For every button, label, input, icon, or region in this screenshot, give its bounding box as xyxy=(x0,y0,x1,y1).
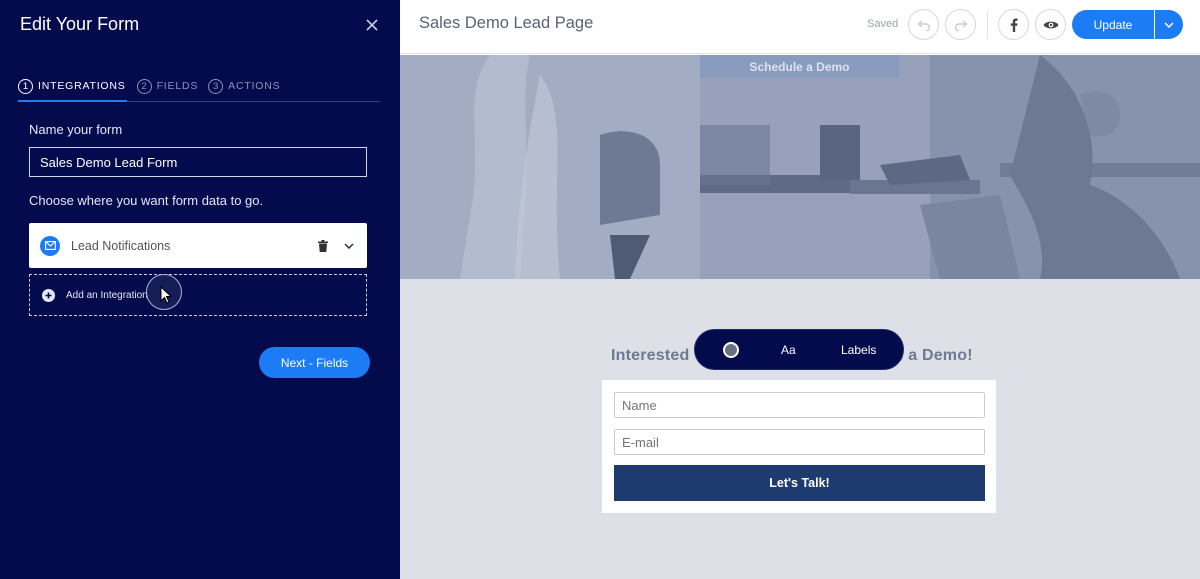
office-photo-illustration xyxy=(400,55,1200,279)
close-icon[interactable] xyxy=(362,15,382,35)
update-dropdown-chevron-icon[interactable] xyxy=(1155,10,1183,39)
tab-fields[interactable]: 2 FIELDS xyxy=(136,78,199,102)
tab-actions[interactable]: 3 ACTIONS xyxy=(208,78,280,102)
trash-icon[interactable] xyxy=(314,237,332,255)
form-name-input[interactable] xyxy=(29,147,367,177)
form-section: Interested e a Demo! Let's Talk! Aa Label… xyxy=(400,279,1200,579)
update-button[interactable]: Update xyxy=(1072,10,1154,39)
schedule-demo-button[interactable]: Schedule a Demo xyxy=(700,55,899,78)
facebook-icon[interactable] xyxy=(998,9,1029,40)
tab-integrations[interactable]: 1 INTEGRATIONS xyxy=(18,78,127,102)
step-number: 2 xyxy=(136,79,152,94)
undo-icon[interactable] xyxy=(908,9,939,40)
add-integration-button[interactable]: Add an Integration xyxy=(29,274,367,316)
saved-status: Saved xyxy=(867,18,899,30)
top-bar: Sales Demo Lead Page Saved Update xyxy=(400,0,1200,54)
destination-label: Choose where you want form data to go. xyxy=(29,193,264,208)
form-style-toolbar: Aa Labels xyxy=(694,329,904,370)
font-style-button[interactable]: Aa xyxy=(781,343,796,357)
integration-lead-notifications[interactable]: Lead Notifications xyxy=(29,223,367,268)
form-heading-right: e a Demo! xyxy=(894,347,973,364)
divider xyxy=(987,10,988,39)
edit-form-panel: Edit Your Form 1 INTEGRATIONS 2 FIELDS 3… xyxy=(0,0,400,579)
integration-label: Lead Notifications xyxy=(71,238,171,253)
preview-eye-icon[interactable] xyxy=(1035,9,1066,40)
step-label: INTEGRATIONS xyxy=(38,80,126,92)
add-integration-label: Add an Integration xyxy=(66,289,148,301)
step-number: 3 xyxy=(208,79,224,94)
mouse-cursor-icon xyxy=(160,286,172,304)
labels-button[interactable]: Labels xyxy=(841,343,876,357)
plus-circle-icon xyxy=(42,288,55,302)
next-fields-button[interactable]: Next - Fields xyxy=(259,347,370,378)
hero-image: Schedule a Demo xyxy=(400,55,1200,279)
step-label: FIELDS xyxy=(156,80,199,92)
step-number: 1 xyxy=(18,79,33,94)
step-label: ACTIONS xyxy=(228,80,281,92)
name-field[interactable] xyxy=(614,392,985,418)
email-field[interactable] xyxy=(614,429,985,455)
page-title: Sales Demo Lead Page xyxy=(419,14,594,32)
chevron-down-icon[interactable] xyxy=(340,237,358,255)
form-heading-left: Interested xyxy=(611,347,690,364)
form-name-label: Name your form xyxy=(29,122,123,137)
panel-title: Edit Your Form xyxy=(20,14,140,34)
redo-icon[interactable] xyxy=(945,9,976,40)
lead-form: Let's Talk! xyxy=(602,380,996,513)
step-tabs: 1 INTEGRATIONS 2 FIELDS 3 ACTIONS xyxy=(18,78,380,102)
color-picker-icon[interactable] xyxy=(723,342,739,358)
envelope-icon xyxy=(40,235,60,256)
lets-talk-button[interactable]: Let's Talk! xyxy=(614,465,985,501)
